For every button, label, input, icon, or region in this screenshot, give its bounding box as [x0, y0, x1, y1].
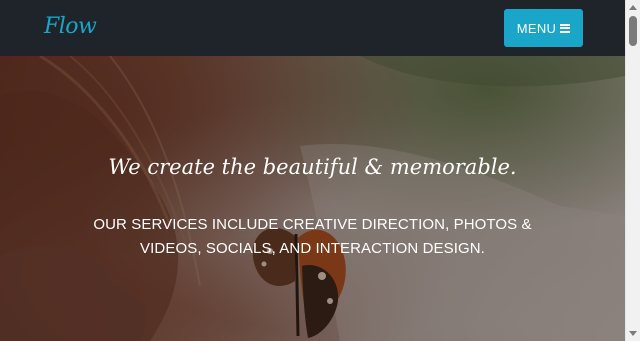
menu-button[interactable]: MENU — [504, 9, 583, 47]
hero-subtitle: OUR SERVICES INCLUDE CREATIVE DIRECTION,… — [93, 216, 532, 257]
brand-logo[interactable]: Flow — [44, 12, 97, 42]
page: Flow MENU We create the beautiful & memo… — [0, 0, 640, 341]
scroll-up-arrow-icon[interactable] — [629, 5, 637, 10]
hero-section: We create the beautiful & memorable. OUR… — [0, 56, 625, 341]
hamburger-icon — [560, 23, 571, 33]
vertical-scrollbar[interactable] — [625, 0, 640, 341]
hero-content: We create the beautiful & memorable. OUR… — [0, 56, 625, 341]
top-navbar: Flow MENU — [0, 0, 625, 56]
scrollbar-thumb[interactable] — [629, 16, 637, 46]
menu-button-label: MENU — [516, 20, 557, 36]
hero-title: We create the beautiful & memorable. — [108, 155, 517, 179]
scroll-down-arrow-icon[interactable] — [629, 331, 637, 336]
